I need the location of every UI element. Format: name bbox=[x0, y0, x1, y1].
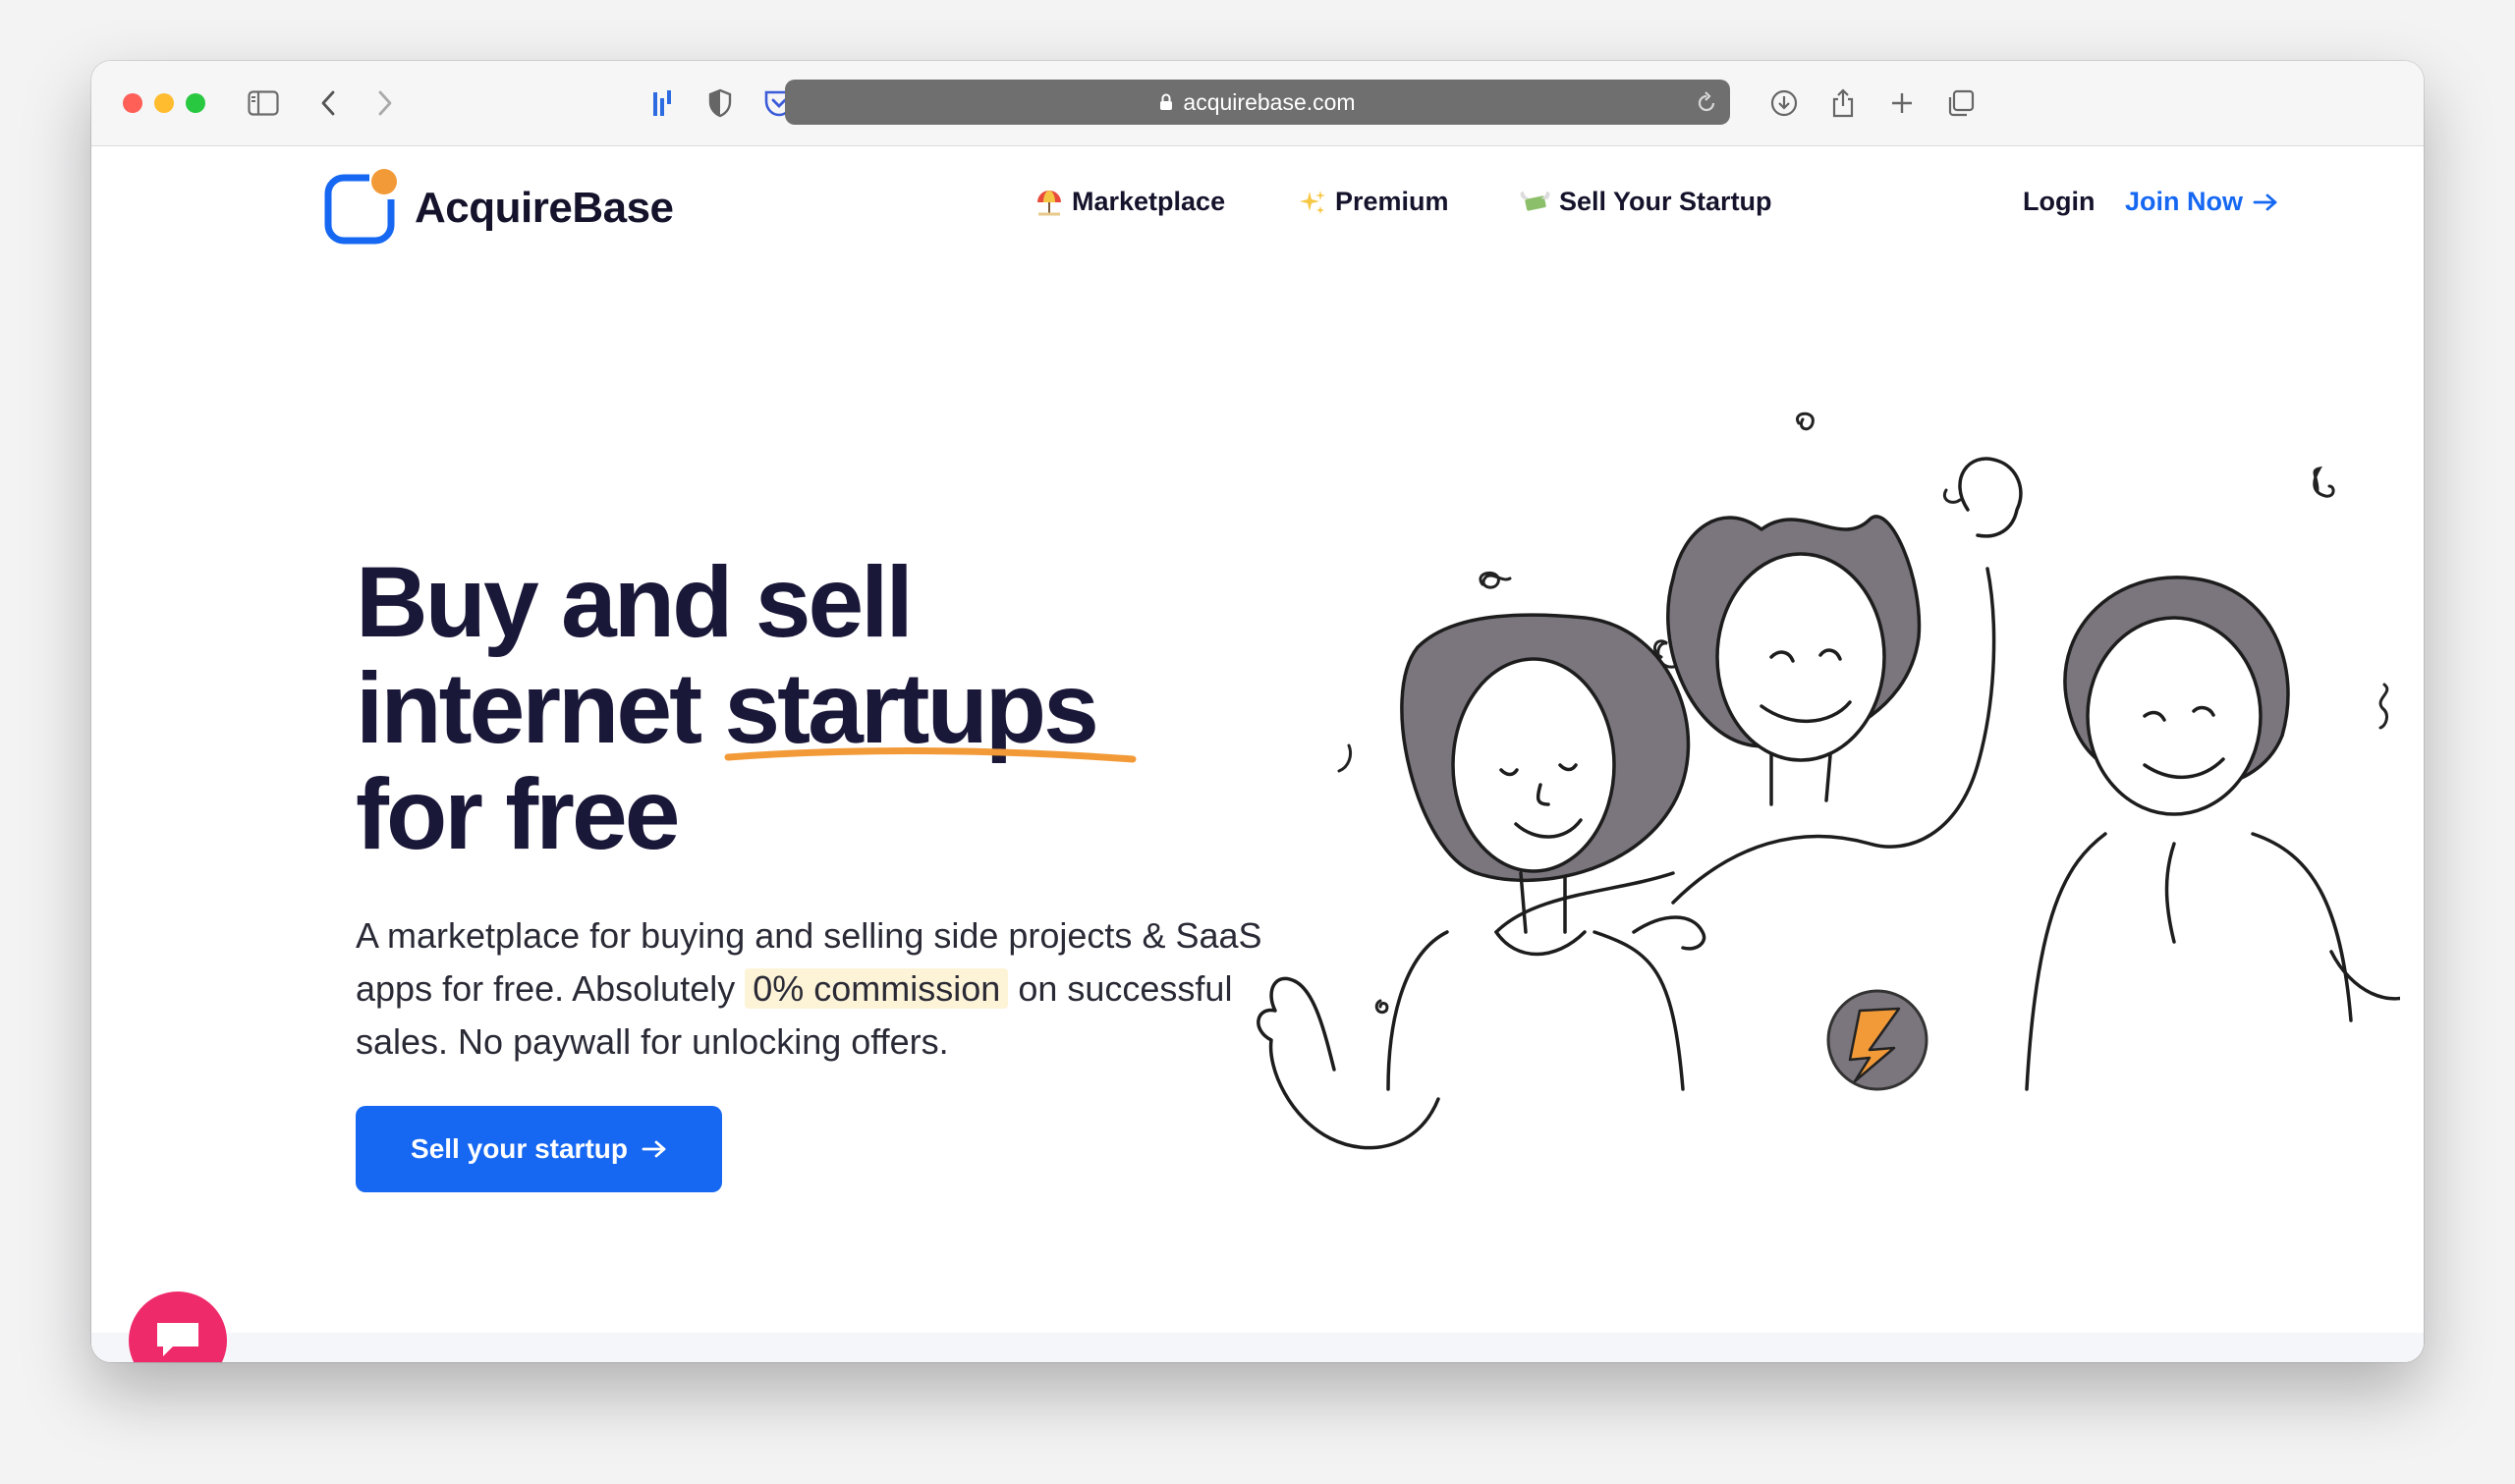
sidebar-toggle-icon[interactable] bbox=[245, 84, 282, 122]
extension-bars-icon[interactable] bbox=[644, 84, 682, 122]
arrow-right-icon bbox=[2253, 192, 2278, 212]
join-now-link[interactable]: Join Now bbox=[2125, 187, 2278, 217]
reload-icon[interactable] bbox=[1695, 89, 1718, 115]
login-label: Login bbox=[2023, 187, 2096, 216]
tab-overview-icon[interactable] bbox=[1942, 84, 1980, 122]
nav-marketplace[interactable]: Marketplace bbox=[1034, 187, 1225, 217]
minimize-window-button[interactable] bbox=[154, 93, 174, 113]
hero-title-line2a: internet bbox=[356, 652, 702, 764]
downloads-icon[interactable] bbox=[1765, 84, 1803, 122]
url-text: acquirebase.com bbox=[1183, 88, 1356, 115]
arrow-right-icon bbox=[642, 1139, 667, 1159]
nav-premium-label: Premium bbox=[1335, 187, 1449, 216]
hero-title-line3: for free bbox=[356, 758, 680, 870]
hero-title-highlight-word: startups bbox=[724, 655, 1137, 763]
hero-title: Buy and sell internet startups for free bbox=[356, 549, 1240, 867]
forward-icon[interactable] bbox=[366, 84, 404, 122]
browser-toolbar: acquirebase.com bbox=[91, 61, 2424, 146]
logo-mark-icon bbox=[322, 166, 401, 249]
brand-name: AcquireBase bbox=[415, 183, 674, 232]
back-icon[interactable] bbox=[309, 84, 347, 122]
close-window-button[interactable] bbox=[123, 93, 142, 113]
chat-bubble-icon bbox=[153, 1317, 202, 1363]
sell-your-startup-button[interactable]: Sell your startup bbox=[356, 1106, 722, 1192]
shield-icon[interactable] bbox=[701, 84, 739, 122]
nav-marketplace-label: Marketplace bbox=[1072, 187, 1226, 216]
hero-title-line1: Buy and sell bbox=[356, 546, 914, 658]
hero-illustration bbox=[1257, 412, 2400, 1150]
chat-widget-button[interactable] bbox=[129, 1292, 227, 1362]
nav-sell-label: Sell Your Startup bbox=[1559, 187, 1772, 216]
commission-highlight: 0% commission bbox=[745, 968, 1009, 1009]
share-icon[interactable] bbox=[1824, 84, 1862, 122]
new-tab-icon[interactable] bbox=[1883, 84, 1921, 122]
money-wings-icon bbox=[1518, 188, 1551, 217]
page-content: AcquireBase Marketplace Premium Sell You… bbox=[91, 146, 2424, 1362]
brand-logo[interactable]: AcquireBase bbox=[322, 166, 674, 249]
lock-icon bbox=[1159, 93, 1173, 111]
nav-premium[interactable]: Premium bbox=[1298, 187, 1449, 217]
address-bar[interactable]: acquirebase.com bbox=[785, 80, 1730, 125]
nav-sell-your-startup[interactable]: Sell Your Startup bbox=[1518, 187, 1772, 217]
browser-window: acquirebase.com AcquireBase Marketplace … bbox=[91, 61, 2424, 1362]
sparkles-icon bbox=[1298, 188, 1327, 217]
zoom-window-button[interactable] bbox=[186, 93, 205, 113]
login-link[interactable]: Login bbox=[2023, 187, 2095, 217]
cta-label: Sell your startup bbox=[411, 1133, 628, 1164]
join-now-label: Join Now bbox=[2125, 187, 2243, 216]
umbrella-icon bbox=[1034, 188, 1064, 217]
lightning-badge-icon bbox=[1826, 989, 1928, 1091]
orange-underline-icon bbox=[724, 747, 1137, 763]
